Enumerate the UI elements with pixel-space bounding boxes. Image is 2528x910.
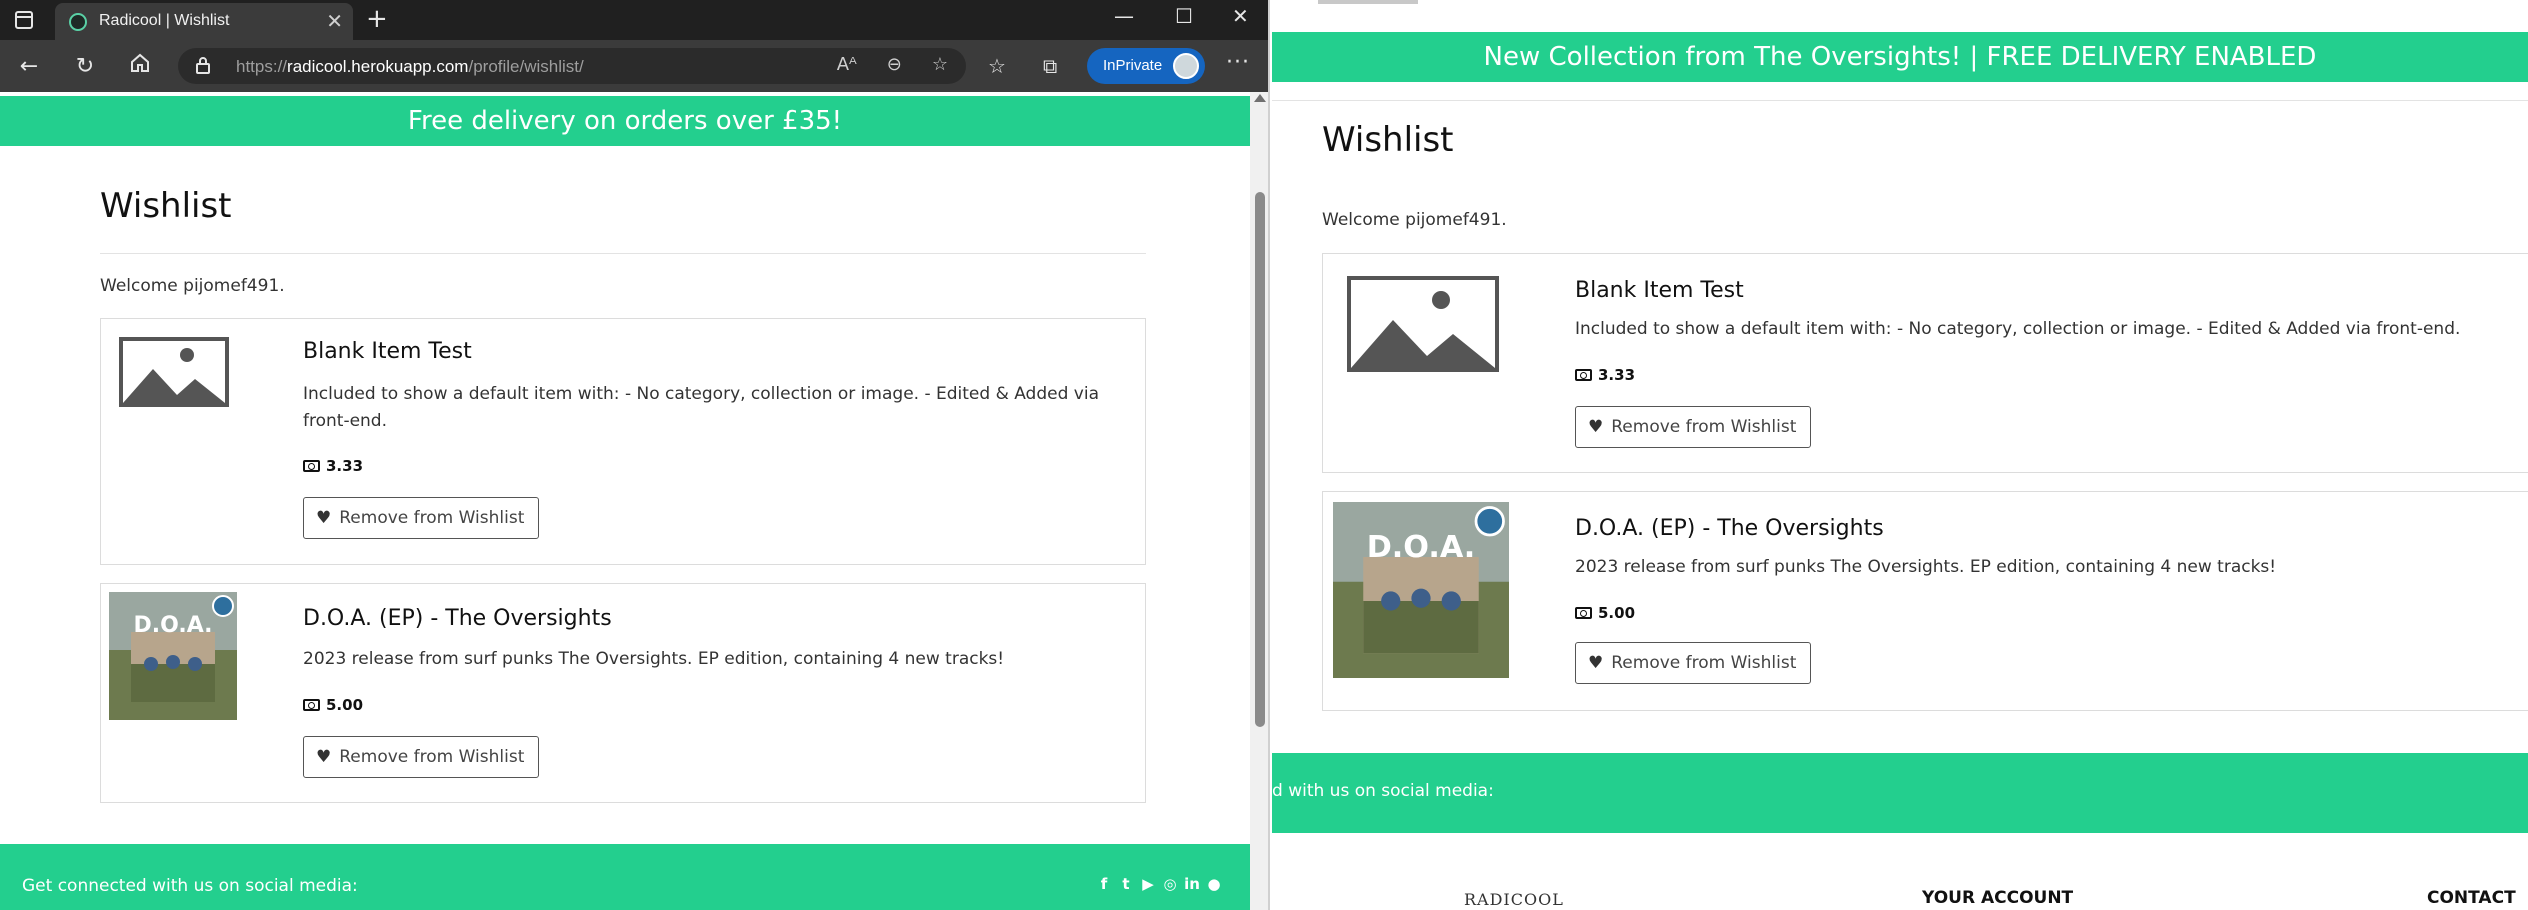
social-links: f t ▶ ◎ in ●: [1096, 876, 1222, 892]
zoomed-page-view: New Collection from The Oversights! | FR…: [1272, 0, 2528, 910]
price-value: 5.00: [326, 696, 364, 714]
item-price: 5.00: [1575, 604, 1635, 622]
footer-heading-account: YOUR ACCOUNT: [1922, 888, 2074, 908]
favorites-icon[interactable]: ☆: [988, 54, 1006, 78]
youtube-icon[interactable]: ▶: [1140, 876, 1156, 892]
money-icon: [1575, 607, 1592, 619]
item-description: 2023 release from surf punks The Oversig…: [1575, 557, 2277, 577]
url-text[interactable]: https://radicool.herokuapp.com/profile/w…: [236, 57, 584, 77]
add-favorite-icon[interactable]: ☆: [932, 54, 948, 78]
back-icon[interactable]: ←: [14, 52, 44, 82]
collections-icon[interactable]: ⧉: [1043, 54, 1057, 78]
remove-from-wishlist-button[interactable]: ♥ Remove from Wishlist: [1575, 642, 1811, 684]
promo-banner: New Collection from The Oversights! | FR…: [1272, 32, 2528, 82]
money-icon: [303, 460, 320, 472]
tab-bar: Radicool | Wishlist ✕ + — ☐ ✕: [0, 0, 1268, 40]
inprivate-label: InPrivate: [1103, 57, 1163, 74]
avatar: [1173, 53, 1199, 79]
heart-remove-icon: ♥: [316, 747, 332, 767]
page-title: Wishlist: [1322, 120, 1454, 160]
album-art[interactable]: D.O.A.: [1333, 502, 1509, 678]
url-path: /profile/wishlist/: [468, 57, 584, 76]
twitter-icon[interactable]: t: [1118, 876, 1134, 892]
money-icon: [1575, 369, 1592, 381]
wishlist-item: D.O.A. D.O.A. (EP) - The Oversights 2023…: [1322, 491, 2528, 711]
scroll-thumb[interactable]: [1255, 192, 1265, 727]
welcome-text: Welcome pijomef491.: [1322, 210, 1507, 230]
linkedin-icon[interactable]: in: [1184, 876, 1200, 892]
album-art-text: D.O.A.: [134, 613, 213, 638]
close-icon[interactable]: ✕: [1232, 4, 1249, 28]
refresh-icon[interactable]: ↻: [70, 52, 100, 82]
footer-social-text: d with us on social media:: [1272, 781, 1494, 801]
url-prefix: https://: [236, 57, 288, 76]
money-icon: [303, 699, 320, 711]
item-description: 2023 release from surf punks The Oversig…: [303, 649, 1005, 669]
heart-remove-icon: ♥: [1588, 653, 1604, 673]
browser-window: Radicool | Wishlist ✕ + — ☐ ✕ ← ↻ https:…: [0, 0, 1270, 910]
tab-actions-icon[interactable]: [10, 8, 38, 32]
item-price: 3.33: [303, 457, 363, 475]
page-title: Wishlist: [100, 186, 232, 226]
placeholder-image-icon: [1347, 276, 1499, 372]
github-icon[interactable]: ●: [1206, 876, 1222, 892]
wishlist-item: Blank Item Test Included to show a defau…: [1322, 253, 2528, 473]
item-name[interactable]: D.O.A. (EP) - The Oversights: [1575, 516, 1884, 541]
placeholder-image-icon: [119, 337, 229, 407]
address-bar: ← ↻ https://radicool.herokuapp.com/profi…: [0, 40, 1268, 92]
lock-icon[interactable]: [196, 56, 210, 74]
remove-from-wishlist-button[interactable]: ♥ Remove from Wishlist: [303, 497, 539, 539]
home-icon[interactable]: [125, 52, 155, 82]
heart-remove-icon: ♥: [1588, 417, 1604, 437]
scroll-up-icon[interactable]: [1254, 94, 1266, 102]
remove-label: Remove from Wishlist: [1611, 653, 1797, 673]
album-art-text: D.O.A.: [1367, 530, 1476, 565]
price-value: 3.33: [1598, 366, 1636, 384]
promo-banner: Free delivery on orders over £35!: [0, 96, 1250, 146]
item-description: Included to show a default item with: - …: [303, 384, 1099, 431]
item-name[interactable]: Blank Item Test: [1575, 278, 1744, 303]
maximize-icon[interactable]: ☐: [1175, 4, 1193, 28]
wishlist-item: D.O.A. D.O.A. (EP) - The Oversights 2023…: [100, 583, 1146, 803]
remove-label: Remove from Wishlist: [339, 747, 525, 767]
new-tab-button[interactable]: +: [366, 4, 388, 34]
item-price: 3.33: [1575, 366, 1635, 384]
minimize-icon[interactable]: —: [1114, 4, 1134, 28]
divider: [100, 253, 1146, 254]
heart-remove-icon: ♥: [316, 508, 332, 528]
url-host: radicool.herokuapp.com: [287, 57, 469, 76]
footer-social-bar: Get connected with us on social media: f…: [0, 844, 1250, 910]
item-price: 5.00: [303, 696, 363, 714]
item-name[interactable]: Blank Item Test: [303, 339, 472, 364]
remove-from-wishlist-button[interactable]: ♥ Remove from Wishlist: [1575, 406, 1811, 448]
scrollbar[interactable]: [1250, 92, 1268, 910]
instagram-icon[interactable]: ◎: [1162, 876, 1178, 892]
read-aloud-icon[interactable]: Aᴬ: [837, 54, 857, 78]
price-value: 3.33: [326, 457, 364, 475]
site-favicon-icon: [69, 13, 87, 31]
footer-heading-contact: CONTACT: [2427, 888, 2516, 908]
item-name[interactable]: D.O.A. (EP) - The Oversights: [303, 606, 612, 631]
close-tab-icon[interactable]: ✕: [326, 9, 343, 33]
more-icon[interactable]: ···: [1226, 50, 1250, 75]
active-tab[interactable]: Radicool | Wishlist ✕: [55, 3, 353, 40]
price-value: 5.00: [1598, 604, 1636, 622]
zoom-icon[interactable]: ⊖: [887, 54, 902, 78]
facebook-icon[interactable]: f: [1096, 876, 1112, 892]
footer-social-bar: d with us on social media:: [1272, 753, 2528, 833]
welcome-text: Welcome pijomef491.: [100, 276, 285, 296]
cropped-header-fragment: [1318, 0, 1418, 4]
remove-label: Remove from Wishlist: [339, 508, 525, 528]
footer-social-text: Get connected with us on social media:: [22, 876, 358, 896]
remove-from-wishlist-button[interactable]: ♥ Remove from Wishlist: [303, 736, 539, 778]
url-field[interactable]: https://radicool.herokuapp.com/profile/w…: [178, 48, 966, 84]
wishlist-item: Blank Item Test Included to show a defau…: [100, 318, 1146, 565]
inprivate-button[interactable]: InPrivate: [1087, 48, 1205, 84]
remove-label: Remove from Wishlist: [1611, 417, 1797, 437]
tab-title: Radicool | Wishlist: [99, 12, 230, 29]
item-description: Included to show a default item with: - …: [1575, 319, 2461, 339]
album-art[interactable]: D.O.A.: [109, 592, 237, 720]
footer-logo[interactable]: RADICOOL: [1464, 890, 1564, 909]
divider: [1272, 100, 2528, 101]
